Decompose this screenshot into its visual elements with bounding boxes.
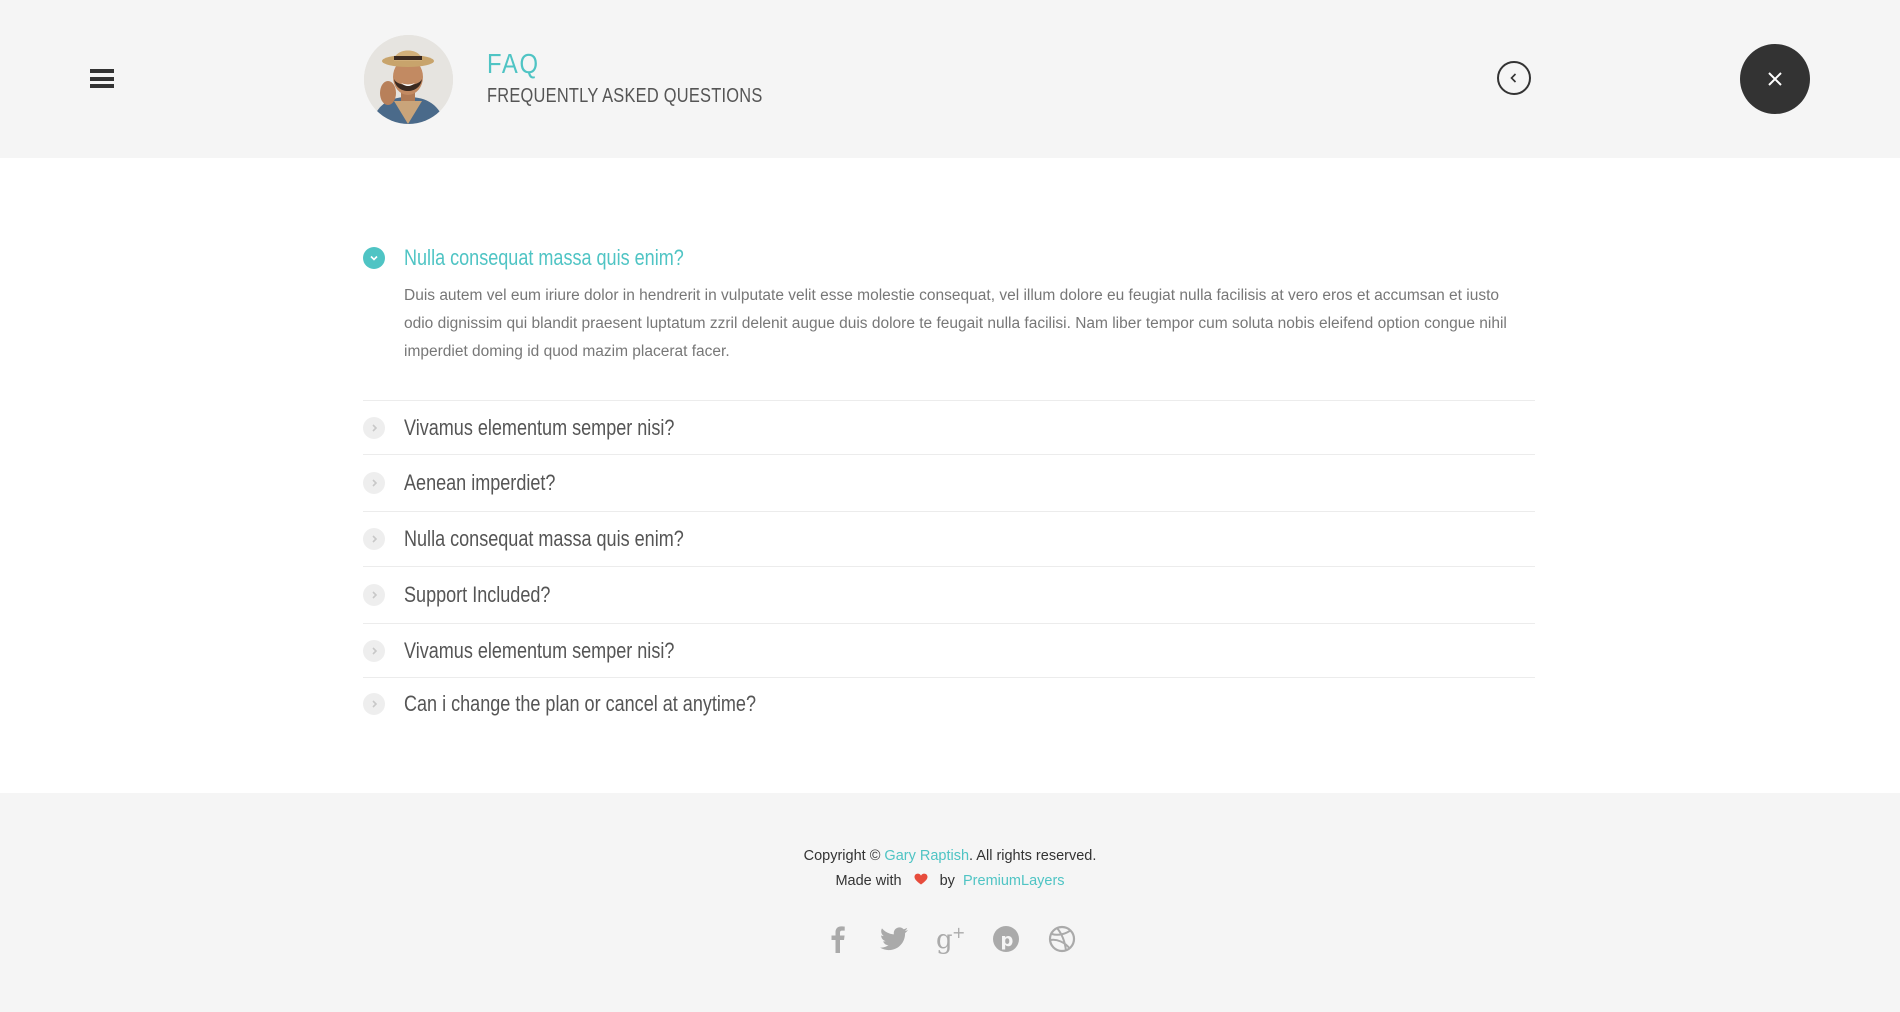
faq-question-row[interactable]: Support Included? [363, 567, 1535, 623]
made-with: Made with by PremiumLayers [0, 873, 1900, 889]
faq-item: Nulla consequat massa quis enim? Duis au… [363, 234, 1535, 401]
header: FAQ FREQUENTLY ASKED QUESTIONS [0, 0, 1900, 158]
faq-question-row[interactable]: Nulla consequat massa quis enim? [363, 512, 1535, 566]
chevron-right-icon [363, 416, 385, 439]
close-icon [1768, 72, 1782, 86]
close-button[interactable] [1740, 44, 1810, 114]
back-button[interactable] [1497, 61, 1531, 95]
menu-icon[interactable] [90, 69, 114, 88]
dribbble-icon[interactable] [1046, 923, 1078, 955]
social-links: g + p [0, 923, 1900, 955]
page-title: FAQ [487, 48, 540, 79]
faq-question-row[interactable]: Can i change the plan or cancel at anyti… [363, 678, 1535, 730]
page-subtitle: FREQUENTLY ASKED QUESTIONS [487, 85, 763, 107]
faq-question[interactable]: Vivamus elementum semper nisi? [404, 638, 674, 664]
copyright-prefix: Copyright © [803, 848, 881, 864]
chevron-down-icon [363, 247, 385, 269]
twitter-icon[interactable] [878, 923, 910, 955]
faq-question[interactable]: Can i change the plan or cancel at anyti… [404, 691, 756, 717]
faq-question-row[interactable]: Nulla consequat massa quis enim? [363, 234, 1535, 282]
chevron-right-icon [363, 584, 385, 606]
company-link[interactable]: PremiumLayers [963, 873, 1065, 889]
copyright-suffix: . All rights reserved. [969, 848, 1097, 864]
faq-list: Nulla consequat massa quis enim? Duis au… [363, 234, 1535, 730]
chevron-right-icon [363, 528, 385, 550]
copyright: Copyright © Gary Raptish. All rights res… [0, 848, 1900, 864]
heart-icon [914, 873, 928, 889]
svg-text:+: + [952, 924, 965, 942]
faq-item: Can i change the plan or cancel at anyti… [363, 678, 1535, 730]
faq-question[interactable]: Nulla consequat massa quis enim? [404, 245, 684, 271]
footer: Copyright © Gary Raptish. All rights res… [0, 793, 1900, 1012]
faq-question-row[interactable]: Vivamus elementum semper nisi? [363, 624, 1535, 677]
faq-item: Support Included? [363, 567, 1535, 624]
faq-question-row[interactable]: Aenean imperdiet? [363, 455, 1535, 511]
by-label: by [939, 873, 955, 889]
facebook-icon[interactable] [822, 923, 854, 955]
faq-question[interactable]: Aenean imperdiet? [404, 470, 555, 496]
faq-answer: Duis autem vel eum iriure dolor in hendr… [404, 287, 1507, 360]
faq-item: Aenean imperdiet? [363, 455, 1535, 512]
svg-text:g: g [936, 925, 953, 954]
chevron-right-icon [363, 693, 385, 715]
faq-question[interactable]: Support Included? [404, 582, 550, 608]
made-with-label: Made with [835, 873, 902, 889]
chevron-right-icon [363, 472, 385, 494]
google-plus-icon[interactable]: g + [934, 923, 966, 955]
svg-text:p: p [1001, 930, 1014, 951]
faq-question[interactable]: Vivamus elementum semper nisi? [404, 415, 674, 441]
faq-question-row[interactable]: Vivamus elementum semper nisi? [363, 401, 1535, 454]
faq-question[interactable]: Nulla consequat massa quis enim? [404, 526, 684, 552]
faq-item: Nulla consequat massa quis enim? [363, 512, 1535, 567]
avatar [364, 35, 453, 124]
faq-item: Vivamus elementum semper nisi? [363, 624, 1535, 678]
chevron-right-icon [363, 639, 385, 662]
faq-item: Vivamus elementum semper nisi? [363, 401, 1535, 455]
pinterest-icon[interactable]: p [990, 923, 1022, 955]
chevron-left-icon [1510, 73, 1517, 83]
author-link[interactable]: Gary Raptish [884, 848, 969, 864]
